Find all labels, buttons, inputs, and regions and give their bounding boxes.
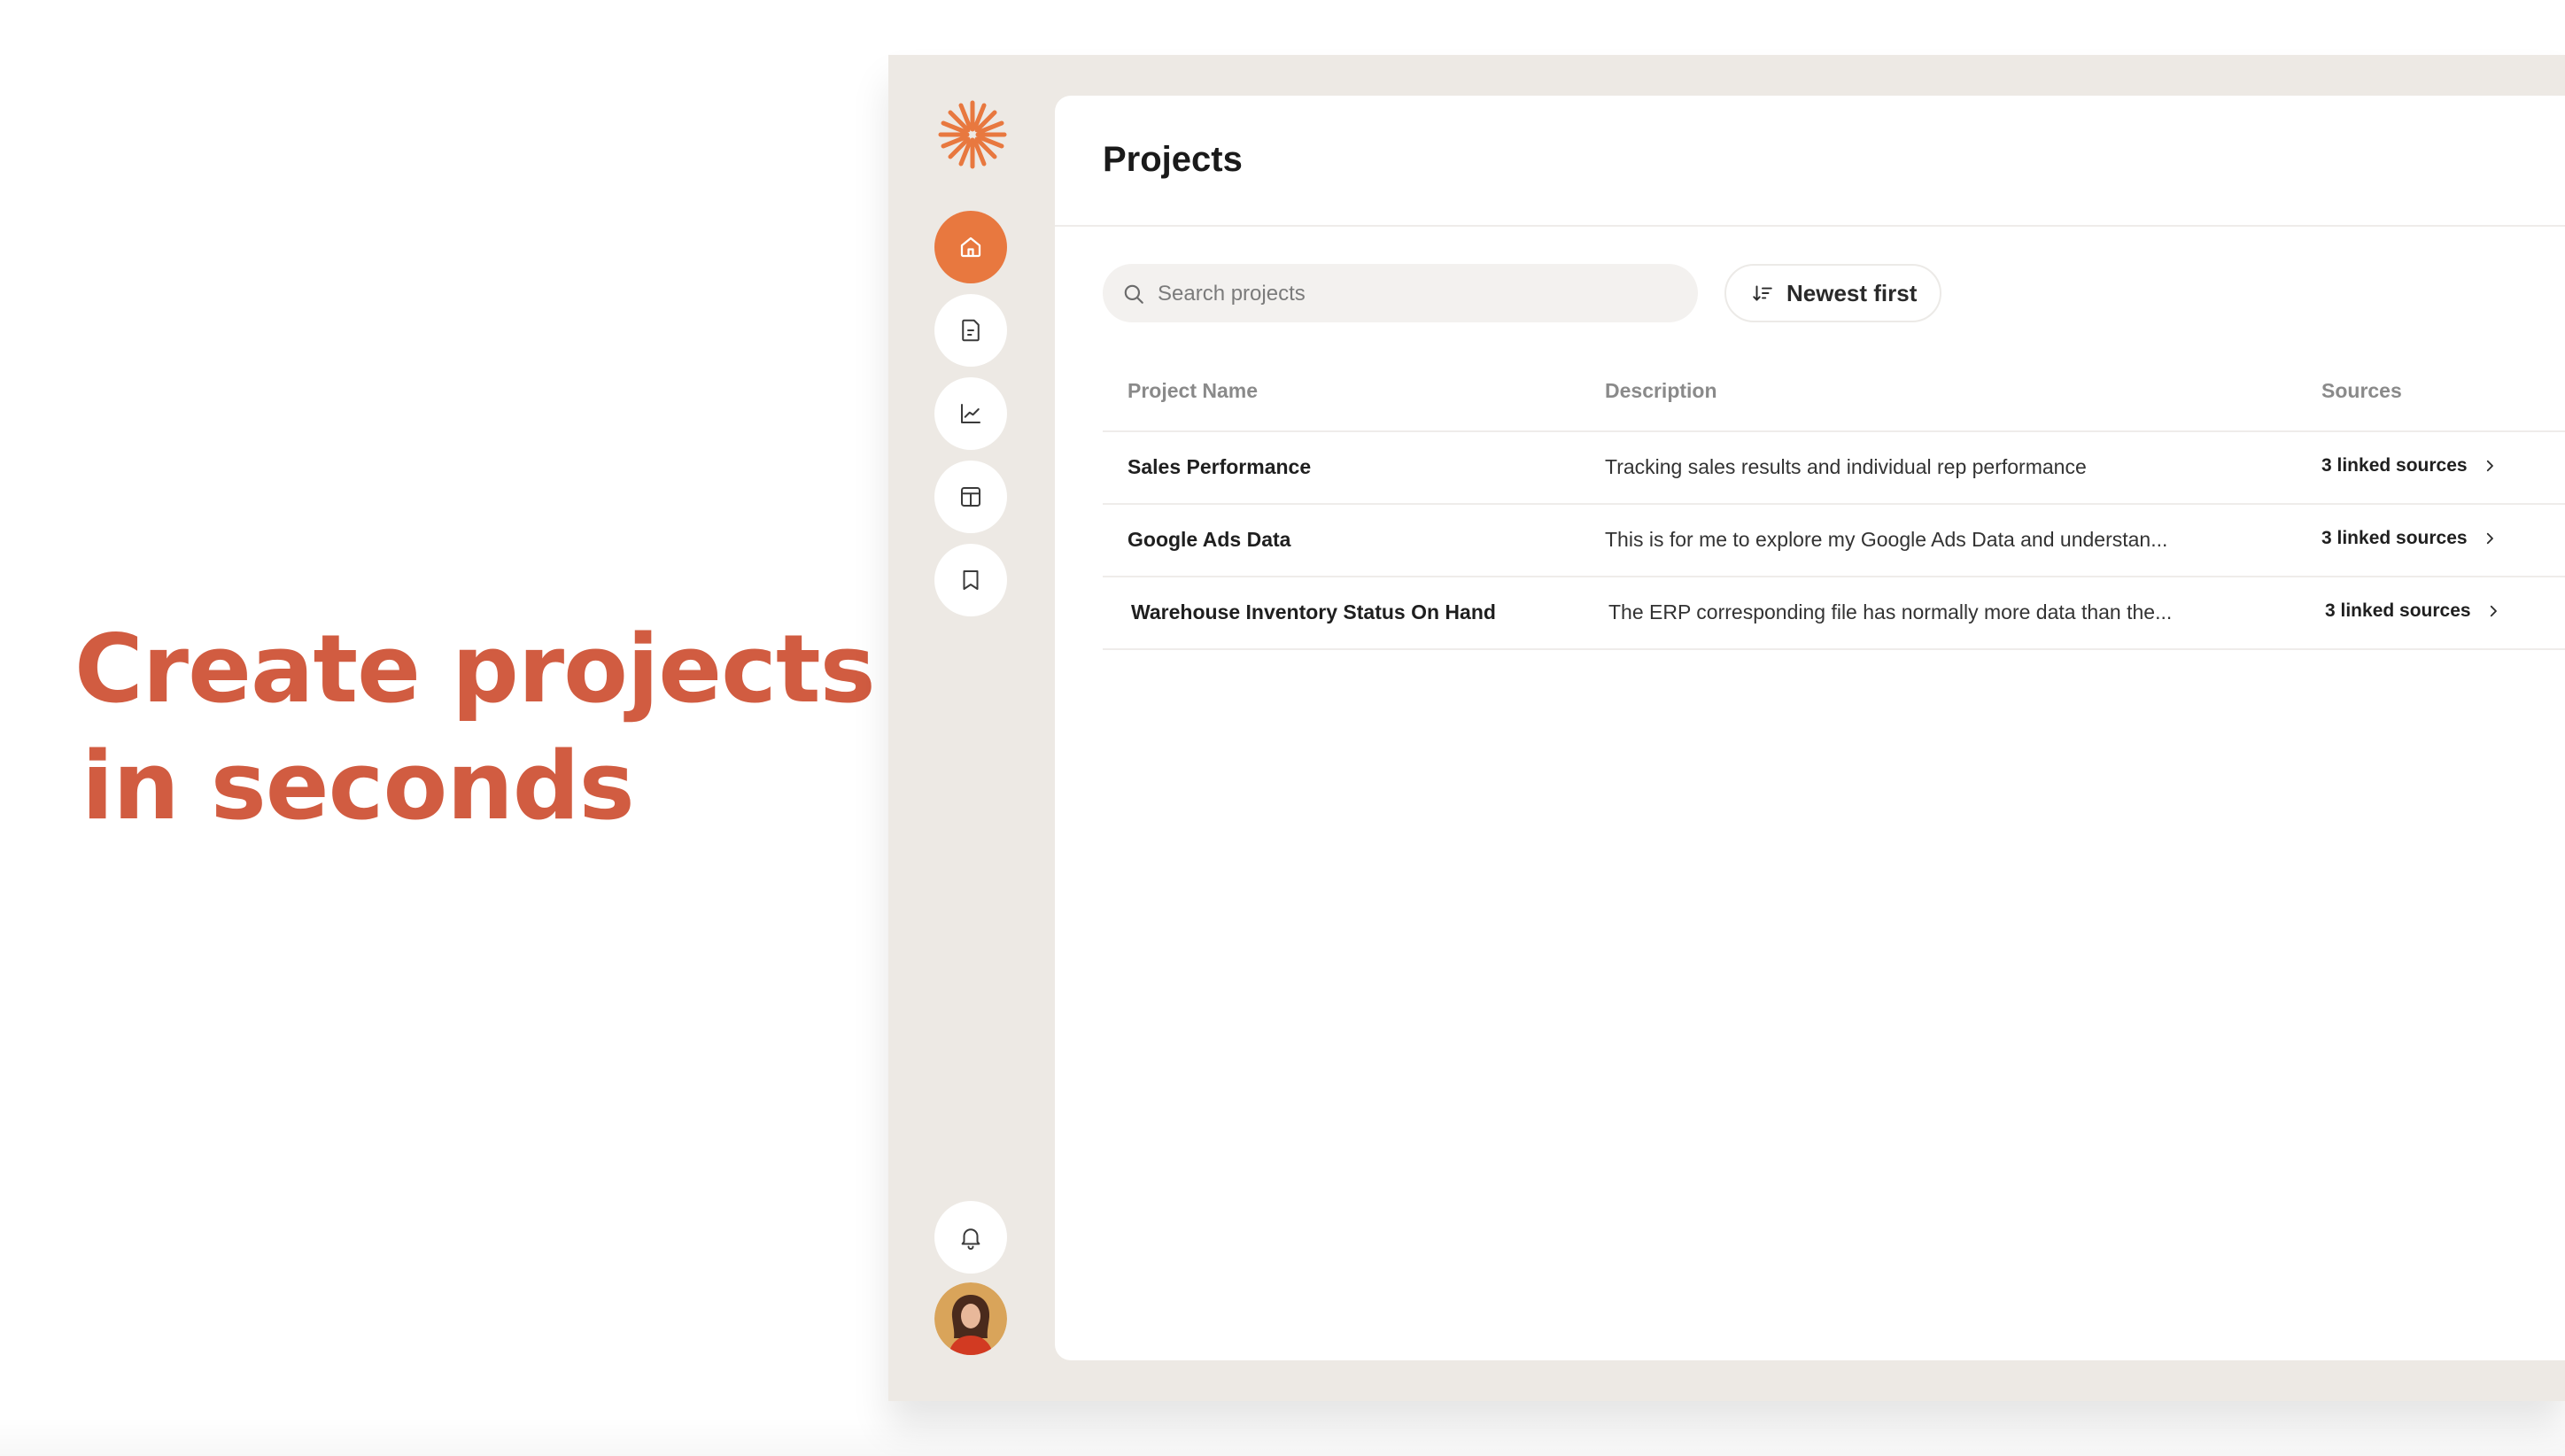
search-box[interactable] <box>1103 264 1698 324</box>
linked-sources-link[interactable]: 3 linked sources <box>2325 600 2501 622</box>
project-name[interactable]: Google Ads Data <box>1128 528 1290 552</box>
nav-layout-button[interactable] <box>934 461 1007 533</box>
search-icon <box>1124 284 1143 304</box>
sort-label: Newest first <box>1786 279 1918 306</box>
bell-icon <box>961 1228 980 1251</box>
notifications-button[interactable] <box>934 1201 1007 1274</box>
promo-headline: Create projects in seconds <box>74 611 876 845</box>
nav-documents-button[interactable] <box>934 294 1007 367</box>
column-header-description[interactable]: Description <box>1605 379 1717 403</box>
stage: Create projects in seconds Projects Sear… <box>0 0 2565 1456</box>
line-chart-icon <box>961 404 980 423</box>
column-header-project-name[interactable]: Project Name <box>1128 379 1258 403</box>
search-input[interactable] <box>1156 264 1682 324</box>
projects-panel: Projects Newest first <box>1055 96 2565 1360</box>
project-name[interactable]: Warehouse Inventory Status On Hand <box>1131 600 1496 624</box>
sort-button[interactable]: Newest first <box>1724 264 1942 322</box>
nav-home-button[interactable] <box>934 211 1007 283</box>
promo-headline-line-1: Create projects <box>74 615 876 724</box>
page-title: Projects <box>1103 140 1243 179</box>
nav-analytics-button[interactable] <box>934 377 1007 450</box>
linked-sources-link[interactable]: 3 linked sources <box>2321 455 2498 476</box>
sort-icon <box>1753 285 1772 301</box>
table-row[interactable]: Sales Performance Tracking sales results… <box>1103 432 2565 505</box>
project-name[interactable]: Sales Performance <box>1128 455 1311 479</box>
app-window: Projects Newest first <box>888 55 2565 1401</box>
table-row[interactable]: Google Ads Data This is for me to explor… <box>1103 505 2565 577</box>
promo-headline-line-2: in seconds <box>81 732 635 840</box>
bottom-fade <box>0 1417 2565 1456</box>
chevron-right-icon <box>2486 532 2493 545</box>
project-description: Tracking sales results and individual re… <box>1605 455 2087 478</box>
panel-header: Projects <box>1055 96 2565 227</box>
projects-table: Project Name Description Sources Sales P… <box>1103 358 2565 650</box>
chevron-right-icon <box>2490 605 2497 617</box>
linked-sources-link[interactable]: 3 linked sources <box>2321 528 2498 549</box>
nav-bookmarks-button[interactable] <box>934 544 1007 616</box>
linked-sources-label: 3 linked sources <box>2321 455 2468 476</box>
user-avatar[interactable] <box>934 1282 1007 1355</box>
layout-icon <box>961 487 980 507</box>
project-description: The ERP corresponding file has normally … <box>1608 600 2173 623</box>
sunburst-logo-icon[interactable] <box>937 99 1008 170</box>
table-row[interactable]: Warehouse Inventory Status On Hand The E… <box>1103 577 2565 650</box>
chevron-right-icon <box>2486 460 2493 472</box>
linked-sources-label: 3 linked sources <box>2325 600 2471 621</box>
table-header: Project Name Description Sources <box>1103 358 2565 432</box>
column-header-sources[interactable]: Sources <box>2321 379 2402 403</box>
bookmark-icon <box>963 570 979 590</box>
project-description: This is for me to explore my Google Ads … <box>1605 528 2168 551</box>
document-icon <box>962 319 980 342</box>
linked-sources-label: 3 linked sources <box>2321 528 2468 548</box>
home-icon <box>960 236 981 258</box>
